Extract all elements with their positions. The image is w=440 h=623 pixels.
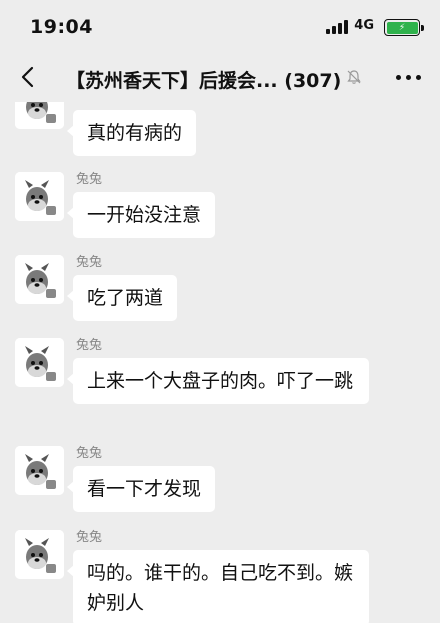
avatar[interactable] xyxy=(15,446,64,495)
avatar[interactable] xyxy=(15,172,64,221)
signal-strength-icon xyxy=(326,20,348,34)
schnauzer-avatar-icon xyxy=(15,102,64,129)
more-dots-icon xyxy=(395,74,401,80)
bell-muted-icon xyxy=(347,70,361,84)
avatar[interactable] xyxy=(15,102,64,129)
message-text: 上来一个大盘子的肉。吓了一跳 xyxy=(87,370,354,392)
message-bubble[interactable]: 上来一个大盘子的肉。吓了一跳 xyxy=(67,358,369,404)
avatar[interactable] xyxy=(15,255,64,304)
message-bubble[interactable]: 一开始没注意 xyxy=(66,192,216,238)
status-time: 19:04 xyxy=(30,16,93,38)
message-text: 吗的。谁干的。自己吃不到。嫉妒别人 xyxy=(87,562,354,614)
message-bubble[interactable]: 真的有病的 xyxy=(66,110,197,156)
status-indicators: 4G ⚡ xyxy=(302,18,424,36)
sender-name: 兔兔 xyxy=(76,530,103,545)
message-text: 看一下才发现 xyxy=(87,478,202,500)
message-text: 真的有病的 xyxy=(87,122,183,144)
network-type: 4G xyxy=(354,18,374,33)
schnauzer-avatar-icon xyxy=(15,338,64,387)
chat-header: 【苏州香天下】后援会... (307) xyxy=(0,52,440,102)
schnauzer-avatar-icon xyxy=(15,446,64,495)
sender-name: 兔兔 xyxy=(76,338,103,353)
battery-icon: ⚡ xyxy=(384,19,424,36)
sender-name: 兔兔 xyxy=(76,446,103,461)
avatar[interactable] xyxy=(15,338,64,387)
message-bubble[interactable]: 吃了两道 xyxy=(66,275,178,321)
message-text: 吃了两道 xyxy=(87,287,164,309)
avatar[interactable] xyxy=(15,530,64,579)
chevron-left-icon xyxy=(21,66,34,88)
message-bubble[interactable]: 看一下才发现 xyxy=(66,466,216,512)
sender-name: 兔兔 xyxy=(76,255,103,270)
message-bubble[interactable]: 吗的。谁干的。自己吃不到。嫉妒别人 xyxy=(67,550,369,623)
sender-name: 兔兔 xyxy=(76,172,103,187)
status-bar: 19:04 4G ⚡ xyxy=(0,0,440,52)
back-button[interactable] xyxy=(10,60,44,94)
message-list[interactable]: 真的有病的 兔兔 一开始没注意 兔兔 吃了两道 兔兔 上来一个大盘子的肉。吓了一… xyxy=(0,102,440,623)
more-options-button[interactable] xyxy=(390,64,426,90)
chat-title: 【苏州香天下】后援会... (307) xyxy=(66,70,342,92)
message-text: 一开始没注意 xyxy=(87,204,202,226)
schnauzer-avatar-icon xyxy=(15,530,64,579)
schnauzer-avatar-icon xyxy=(15,172,64,221)
battery-charging-icon: ⚡ xyxy=(386,21,418,34)
schnauzer-avatar-icon xyxy=(15,255,64,304)
